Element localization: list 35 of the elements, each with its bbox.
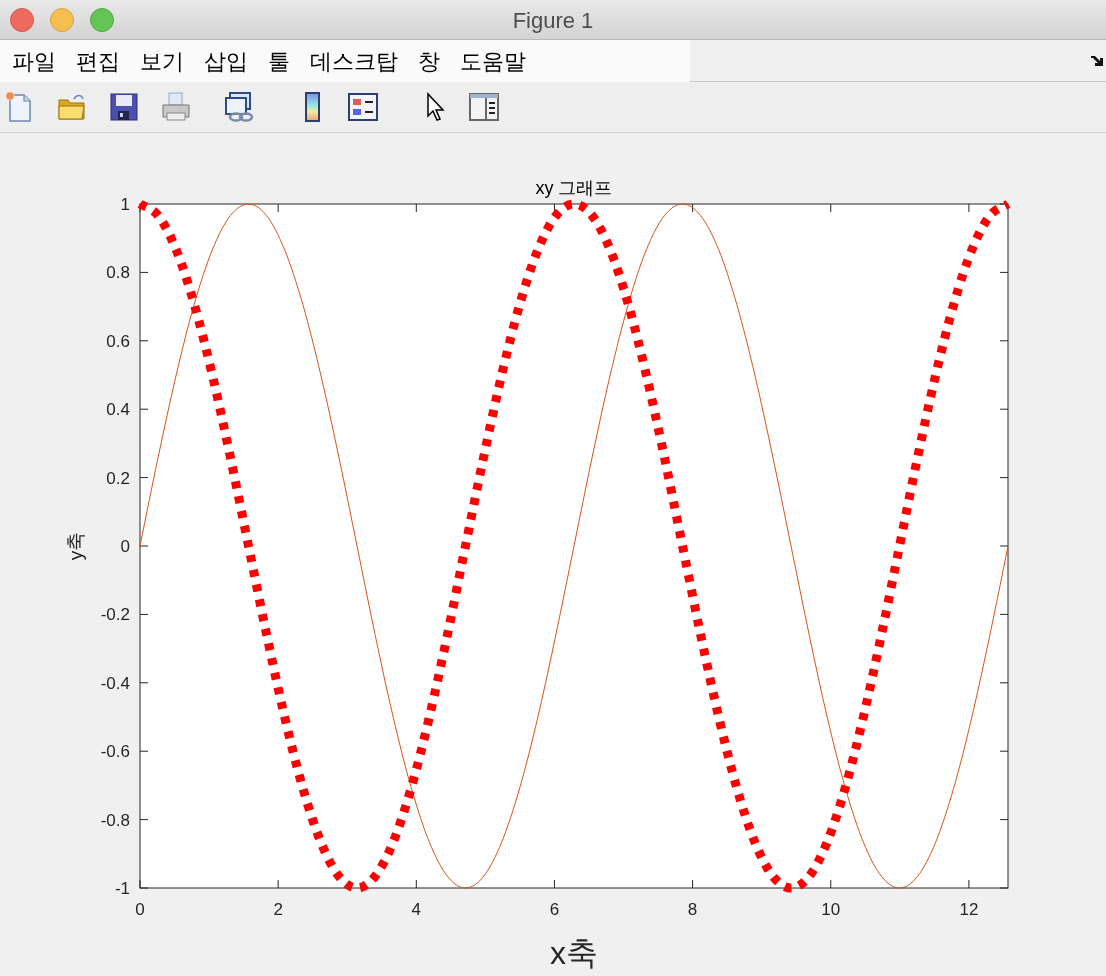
menu-item[interactable]: 창 bbox=[408, 44, 450, 78]
menu-item[interactable]: 도움말 bbox=[450, 44, 536, 78]
x-tick-label: 8 bbox=[687, 900, 698, 919]
x-tick-label: 12 bbox=[959, 900, 979, 919]
y-tick-label: 0.2 bbox=[106, 468, 130, 488]
y-tick-label: 1 bbox=[120, 195, 130, 214]
y-tick-label: -0.8 bbox=[100, 810, 130, 830]
y-tick-label: 0 bbox=[120, 537, 130, 556]
y-axis-label: y축 bbox=[65, 531, 86, 561]
linked-windows-icon[interactable] bbox=[224, 91, 256, 123]
x-tick-label: 2 bbox=[273, 900, 283, 919]
menu-item[interactable]: 툴 bbox=[258, 44, 300, 78]
menu-item[interactable]: 데스크탑 bbox=[300, 44, 408, 78]
x-tick-label: 0 bbox=[135, 900, 145, 919]
y-tick-label: -0.6 bbox=[100, 742, 130, 762]
close-button[interactable] bbox=[10, 7, 34, 32]
y-tick-label: 0.8 bbox=[106, 263, 130, 283]
dock-arrow-icon[interactable] bbox=[1090, 54, 1104, 67]
x-tick-label: 4 bbox=[411, 900, 422, 919]
menu-item[interactable]: 삽입 bbox=[194, 44, 258, 78]
chart-title: xy 그래프 bbox=[535, 178, 613, 198]
y-tick-label: -0.4 bbox=[100, 673, 130, 693]
menu-item[interactable]: 편집 bbox=[66, 44, 130, 78]
window-title: Figure 1 bbox=[512, 6, 594, 35]
x-tick-label: 10 bbox=[821, 900, 841, 919]
y-tick-label: 0.6 bbox=[106, 331, 130, 351]
x-tick-label: 6 bbox=[549, 900, 560, 919]
menu-item[interactable]: 보기 bbox=[130, 44, 194, 78]
y-tick-label: -1 bbox=[114, 879, 130, 898]
y-tick-label: -0.2 bbox=[100, 605, 130, 625]
y-tick-label: 0.4 bbox=[106, 400, 130, 420]
menu-item[interactable]: 파일 bbox=[2, 44, 66, 78]
x-axis-label: x축 bbox=[550, 935, 598, 971]
legend-icon[interactable] bbox=[347, 91, 379, 123]
panel-layout-icon[interactable] bbox=[468, 91, 500, 123]
